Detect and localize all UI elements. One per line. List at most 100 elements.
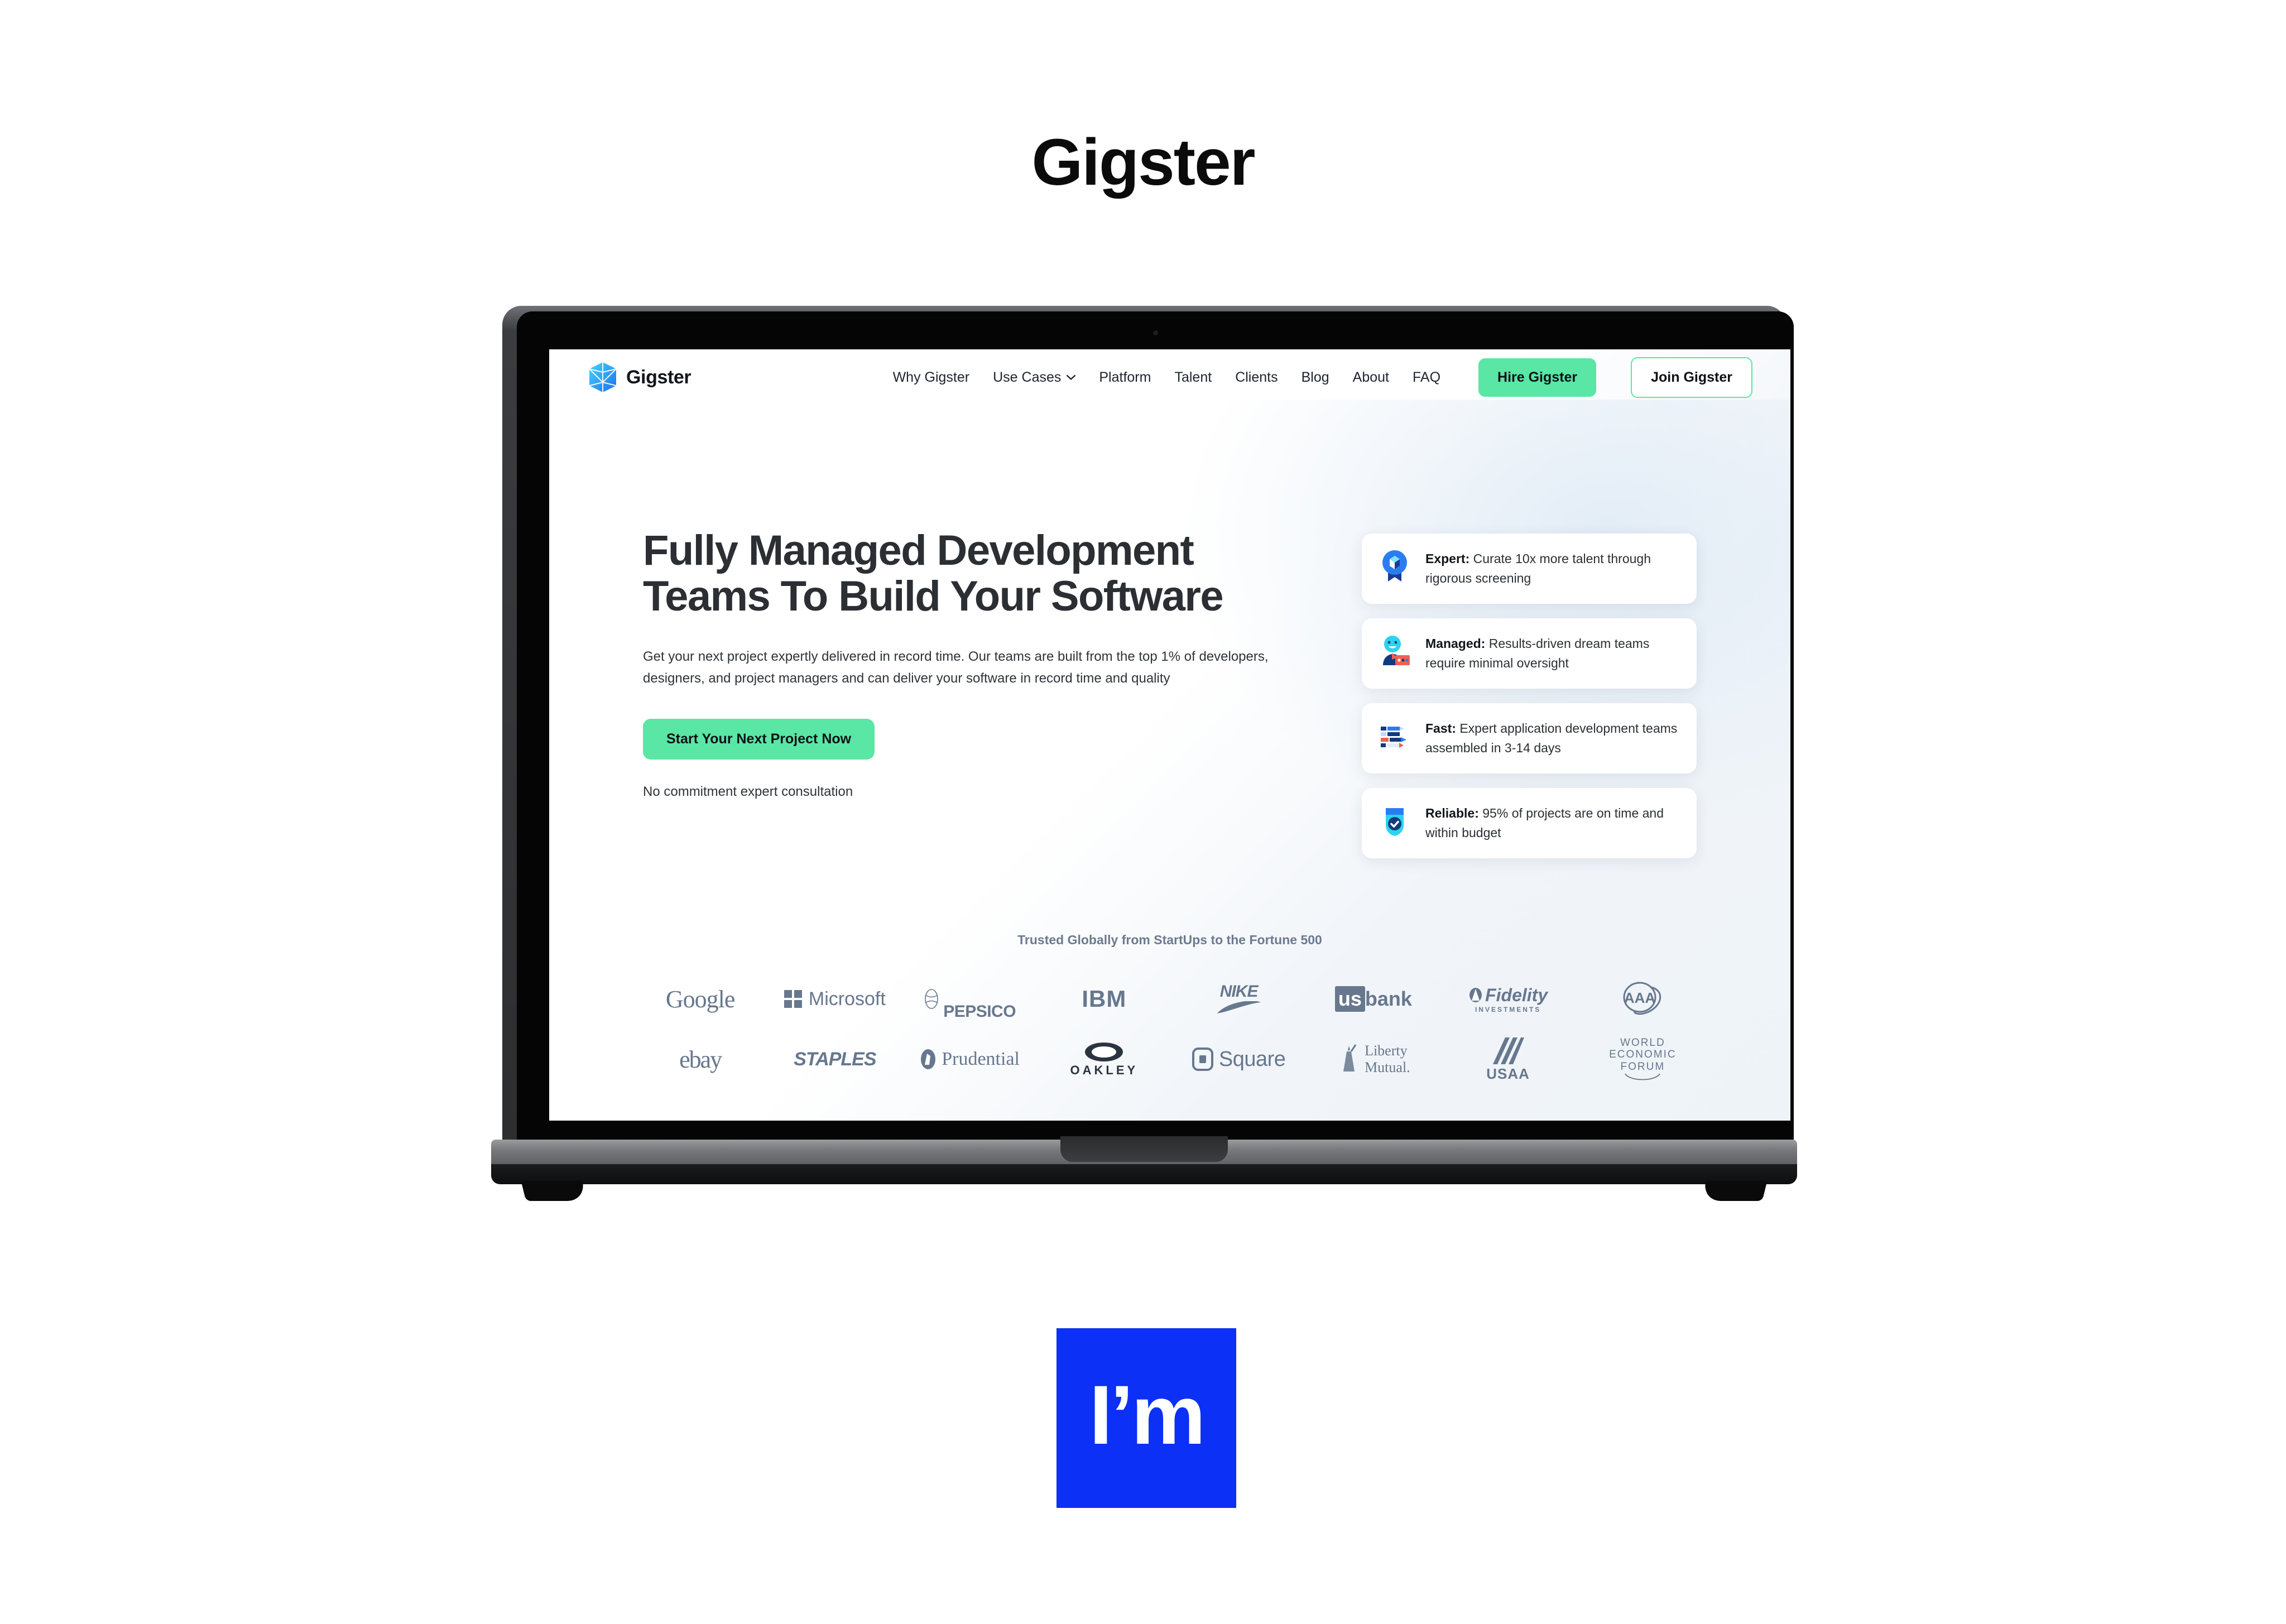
start-project-button[interactable]: Start Your Next Project Now (643, 718, 875, 760)
client-logo-ibm: IBM (1037, 969, 1171, 1029)
client-logo-nike: NIKE (1171, 969, 1306, 1029)
nav-item-label: About (1352, 369, 1389, 385)
client-logo-label: USAA (1486, 1065, 1530, 1082)
client-logo-label-2: Mutual. (1365, 1059, 1410, 1075)
aaa-oval-icon: AAA (1623, 982, 1661, 1015)
nav-item-label: Why Gigster (892, 369, 970, 385)
client-logo-row-1: Google Microsoft PEPSICO IBM NIKE us ban… (633, 969, 1710, 1029)
feature-card-body: Expert application development teams ass… (1425, 720, 1678, 755)
client-logo-label-3: FORUM (1620, 1060, 1665, 1073)
laptop-notch (1060, 1136, 1228, 1162)
laptop-lid: Gigster Why Gigster Use Cases Platform T… (502, 306, 1794, 1154)
prudential-rock-icon (921, 1049, 936, 1069)
laptop-foot-left (521, 1181, 588, 1201)
trusted-label: Trusted Globally from StartUps to the Fo… (1017, 933, 1322, 947)
client-logo-usaa: USAA (1441, 1029, 1576, 1089)
laptop-bezel: Gigster Why Gigster Use Cases Platform T… (517, 311, 1794, 1149)
nav-item-why-gigster[interactable]: Why Gigster (893, 369, 970, 386)
gantt-bars-icon (1381, 726, 1406, 748)
client-logo-label: ebay (679, 1045, 722, 1073)
feature-card-text: Fast: Expert application development tea… (1425, 719, 1680, 758)
client-logo-pepsico: PEPSICO (902, 969, 1037, 1029)
client-logo-label: Liberty (1365, 1042, 1408, 1059)
hero-subtext: Get your next project expertly delivered… (643, 649, 1269, 686)
client-logo-google: Google (633, 969, 767, 1029)
client-logo-label: OAKLEY (1070, 1063, 1139, 1077)
site-logo-text: Gigster (626, 366, 691, 388)
client-logo-label-2: ECONOMIC (1609, 1049, 1677, 1061)
oakley-ellipse-icon (1085, 1042, 1123, 1061)
client-logo-prudential: Prudential (902, 1029, 1037, 1089)
laptop-base-top (491, 1136, 1797, 1165)
hero-headline-line2: Teams To Build Your Software (643, 573, 1224, 621)
im-logo-mark: I’m (1056, 1328, 1236, 1508)
fidelity-pyramid-icon (1469, 988, 1482, 1002)
client-logo-label: Fidelity (1485, 984, 1548, 1005)
client-logo-square: Square (1171, 1029, 1306, 1089)
nav-item-platform[interactable]: Platform (1099, 369, 1151, 386)
feature-card-text: Managed: Results-driven dream teams requ… (1425, 634, 1680, 673)
join-gigster-button[interactable]: Join Gigster (1631, 357, 1752, 398)
client-logo-fidelity: Fidelity INVESTMENTS (1441, 969, 1576, 1029)
client-logo-liberty-mutual: Liberty Mutual. (1306, 1029, 1440, 1089)
nav-item-label: Blog (1301, 369, 1329, 385)
client-logo-ebay: ebay (633, 1029, 767, 1089)
hire-gigster-button[interactable]: Hire Gigster (1478, 358, 1597, 397)
chevron-down-icon (1067, 374, 1076, 380)
website-viewport: Gigster Why Gigster Use Cases Platform T… (549, 349, 1790, 1121)
laptop-base-bottom (491, 1164, 1797, 1184)
wef-arc-icon (1625, 1073, 1661, 1080)
nav-item-clients[interactable]: Clients (1235, 369, 1278, 386)
im-logo-text: I’m (1089, 1368, 1206, 1462)
laptop-screen: Gigster Why Gigster Use Cases Platform T… (549, 349, 1790, 1121)
page-root: Gigster Gigster Why Gigster Use Cases Pl… (0, 0, 2286, 1624)
statue-of-liberty-icon (1343, 1044, 1357, 1072)
client-logo-microsoft: Microsoft (767, 969, 902, 1029)
client-logo-label: Prudential (942, 1049, 1020, 1069)
page-title: Gigster (1031, 126, 1255, 199)
nav-item-use-cases[interactable]: Use Cases (993, 369, 1076, 386)
usaa-chevrons-icon (1493, 1037, 1525, 1064)
square-app-icon (1192, 1048, 1213, 1071)
client-logo-label: IBM (1082, 986, 1127, 1012)
nav-item-blog[interactable]: Blog (1302, 369, 1329, 386)
nav-item-talent[interactable]: Talent (1174, 369, 1212, 386)
laptop-mockup: Gigster Why Gigster Use Cases Platform T… (491, 306, 1797, 1201)
client-logo-label: Microsoft (808, 988, 886, 1010)
feature-card-title: Managed: (1425, 636, 1486, 651)
nav-item-label: FAQ (1413, 369, 1441, 385)
client-logo-label: STAPLES (794, 1048, 876, 1070)
client-logo-label-1: WORLD (1620, 1037, 1665, 1049)
client-logo-usbank: us bank (1306, 969, 1440, 1029)
svg-text:AAA: AAA (1624, 989, 1656, 1006)
client-logo-oakley: OAKLEY (1037, 1029, 1171, 1089)
feature-card-title: Reliable: (1425, 805, 1479, 820)
client-logo-grid: Google Microsoft PEPSICO IBM NIKE us ban… (633, 969, 1710, 1089)
nike-swoosh-icon (1217, 1001, 1261, 1013)
client-logo-label: us (1334, 986, 1365, 1012)
client-logo-row-2: ebay STAPLES Prudential OAKLEY Square Li… (633, 1029, 1710, 1089)
feature-card-expert: Expert: Curate 10x more talent through r… (1362, 534, 1697, 604)
site-logo[interactable]: Gigster (587, 361, 691, 393)
client-logo-world-economic-forum: WORLD ECONOMIC FORUM (1576, 1029, 1710, 1089)
client-logo-sublabel: INVESTMENTS (1475, 1005, 1541, 1013)
webcam-icon (1153, 330, 1158, 335)
feature-card-list: Expert: Curate 10x more talent through r… (1362, 534, 1697, 858)
nav-item-about[interactable]: About (1353, 369, 1389, 386)
feature-card-managed: Managed: Results-driven dream teams requ… (1362, 618, 1697, 689)
shield-check-icon (1386, 808, 1404, 836)
person-chat-icon (1383, 635, 1410, 665)
hero-headline: Fully Managed Development Teams To Build… (643, 527, 1290, 621)
site-navbar: Gigster Why Gigster Use Cases Platform T… (549, 349, 1790, 405)
client-logo-staples: STAPLES (767, 1029, 902, 1089)
feature-card-fast: Fast: Expert application development tea… (1362, 703, 1697, 773)
badge-ribbon-icon (1382, 550, 1407, 582)
nav-links: Why Gigster Use Cases Platform Talent Cl… (893, 357, 1752, 398)
client-logo-label-suffix: bank (1365, 987, 1412, 1010)
microsoft-squares-icon (784, 990, 802, 1008)
client-logo-label: PEPSICO (943, 1002, 1016, 1021)
hero-headline-line1: Fully Managed Development (643, 527, 1194, 574)
nav-item-faq[interactable]: FAQ (1413, 369, 1440, 386)
gigster-gem-icon (589, 362, 617, 392)
hero-content: Fully Managed Development Teams To Build… (643, 527, 1290, 800)
